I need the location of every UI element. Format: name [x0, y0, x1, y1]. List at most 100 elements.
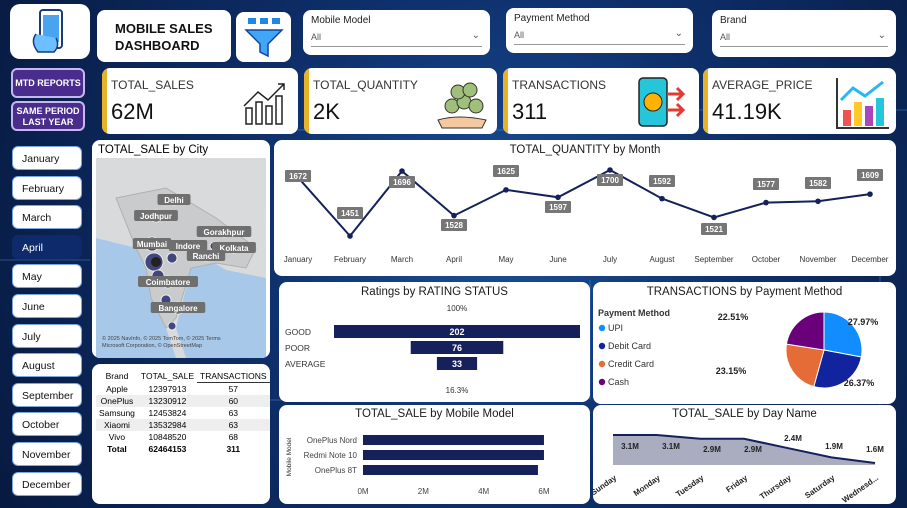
table-cell: 13532984 [148, 420, 187, 430]
model-x-tick: 4M [478, 487, 489, 496]
quantity-x-tick: May [498, 255, 513, 264]
chevron-down-icon[interactable]: ⌄ [675, 28, 683, 39]
quantity-data-label: 1597 [549, 203, 567, 212]
quantity-x-tick: September [694, 255, 733, 264]
kpi-total-quantity-value: 2K [313, 99, 340, 124]
kpi-total-quantity: TOTAL_QUANTITY 2K [304, 68, 497, 134]
day-x-tick: Saturday [803, 473, 837, 500]
mobile-model-slicer[interactable]: Mobile Model All ⌄ [303, 10, 490, 55]
quantity-data-label: 1609 [861, 171, 879, 180]
model-x-tick: 6M [538, 487, 549, 496]
month-december[interactable]: December [12, 471, 82, 496]
legend-entry: Cash [608, 377, 629, 387]
table-cell: 63 [228, 420, 239, 430]
quantity-x-tick: March [391, 255, 413, 264]
map-attribution: © 2025 NavInfo, © 2025 TomTom, © 2025 Te… [102, 336, 221, 349]
day-x-tick: Tuesday [674, 473, 706, 499]
month-january[interactable]: January [12, 146, 82, 170]
mtd-reports-button[interactable]: MTD REPORTS [11, 68, 85, 98]
col-total-sale[interactable]: TOTAL_SALE [138, 370, 197, 383]
month-june[interactable]: June [12, 294, 82, 318]
kpi-average-price: AVERAGE_PRICE 41.19K [703, 68, 896, 134]
legend-entry: Credit Card [608, 359, 654, 369]
brand-table: Brand TOTAL_SALE TRANSACTIONS Apple 1239791… [96, 370, 270, 455]
day-data-label: 2.9M [744, 445, 762, 454]
table-cell: 60 [228, 396, 239, 406]
model-bar [363, 450, 544, 460]
model-bar [363, 435, 544, 445]
filter-icon-tile[interactable] [236, 12, 291, 62]
brand-label: Brand [720, 15, 747, 26]
quantity-x-tick: February [334, 255, 366, 264]
quantity-data-label: 1577 [757, 180, 775, 189]
table-row[interactable]: Samsung 12453824 63 [96, 407, 270, 419]
month-july[interactable]: July [12, 323, 82, 348]
table-cell: 13230912 [148, 396, 187, 406]
same-period-last-year-button[interactable]: SAME PERIOD LAST YEAR [11, 101, 85, 131]
legend-marker [598, 324, 606, 332]
model-bar-chart[interactable]: Mobile Model OnePlus Nord Redmi Note 10 One… [279, 405, 590, 504]
payment-method-dropdown[interactable]: All ⌄ [514, 28, 685, 45]
payment-method-slicer[interactable]: Payment Method All ⌄ [506, 8, 693, 53]
table-row[interactable]: Vivo 10848520 68 [96, 431, 270, 443]
city-label: Ranchi [193, 252, 220, 261]
quantity-point [867, 191, 873, 197]
kpi-total-quantity-label: TOTAL_QUANTITY [313, 78, 418, 92]
month-september[interactable]: September [12, 382, 82, 407]
quantity-x-tick: January [284, 255, 312, 264]
chevron-down-icon[interactable]: ⌄ [878, 30, 886, 41]
mtd-reports-label: MTD REPORTS [15, 78, 81, 88]
pie-data-label: 27.97% [848, 317, 879, 327]
brand-dropdown[interactable]: All ⌄ [720, 30, 888, 47]
col-transactions[interactable]: TRANSACTIONS [197, 370, 270, 383]
table-cell: Xiaomi [103, 420, 130, 430]
month-october[interactable]: October [12, 412, 82, 437]
col-brand[interactable]: Brand [96, 370, 138, 383]
payment-pie-chart[interactable]: 27.97% 26.37% 23.15% 22.51% UPI Debit Card Cre… [593, 282, 896, 404]
quantity-x-tick: April [446, 255, 462, 264]
table-cell: Vivo [108, 432, 126, 442]
city-bubble [167, 321, 177, 331]
quantity-data-label: 1696 [393, 178, 411, 187]
funnel-category: AVERAGE [285, 359, 326, 369]
funnel-value: 33 [452, 359, 462, 369]
month-april[interactable]: April [12, 234, 82, 259]
day-data-label: 3.1M [662, 442, 680, 451]
funnel-category: POOR [285, 343, 310, 353]
month-march[interactable]: March [12, 205, 82, 230]
city-map[interactable]: DelhiJodhpurGorakhpurMumbai Indore Kolkata… [96, 158, 266, 358]
pie-data-label: 26.37% [844, 378, 875, 388]
line-chart-icon [243, 83, 285, 125]
bar-growth-icon [836, 78, 889, 129]
day-data-label: 1.9M [825, 442, 843, 451]
ratings-funnel-chart[interactable]: 100% 16.3% 202 GOOD 76 POOR 33 AVERAGE [279, 282, 590, 402]
quantity-data-label: 1592 [653, 177, 671, 186]
kpi-total-sales: TOTAL_SALES 62M [102, 68, 298, 134]
day-area-chart[interactable]: 3.1M Sunday 3.1M Monday 2.9M Tuesday 2.9M Frida… [593, 405, 896, 504]
quantity-series-line [297, 168, 871, 238]
table-total-cell: 62464153 [148, 444, 187, 454]
quantity-line-chart[interactable]: 1672 January 1451 February 1696 March 1528 Apri… [274, 140, 896, 270]
model-y-axis-label: Mobile Model [286, 437, 293, 476]
phone-logo-tile [10, 4, 90, 59]
city-label: Indore [176, 242, 201, 251]
table-row[interactable]: Xiaomi 13532984 63 [96, 419, 270, 431]
table-row[interactable]: OnePlus 13230912 60 [96, 395, 270, 407]
table-row[interactable]: Apple 12397913 57 [96, 383, 270, 396]
phone-hand-icon [32, 9, 63, 53]
table-cell: OnePlus [100, 396, 134, 406]
mobile-model-dropdown[interactable]: All ⌄ [311, 30, 482, 47]
brand-slicer[interactable]: Brand All ⌄ [712, 10, 896, 57]
model-category: OnePlus 8T [315, 466, 357, 475]
pie-data-label: 22.51% [718, 312, 749, 322]
brand-table-card: Brand TOTAL_SALE TRANSACTIONS Apple 1239791… [92, 364, 270, 504]
city-label: Jodhpur [140, 212, 172, 221]
month-november[interactable]: November [12, 442, 82, 466]
quantity-point [763, 199, 769, 206]
month-may[interactable]: May [12, 264, 82, 289]
funnel-bottom-pct: 16.3% [446, 386, 469, 395]
chevron-down-icon[interactable]: ⌄ [472, 30, 480, 41]
legend-marker [598, 378, 606, 386]
month-august[interactable]: August [12, 353, 82, 378]
month-february[interactable]: February [12, 175, 82, 200]
